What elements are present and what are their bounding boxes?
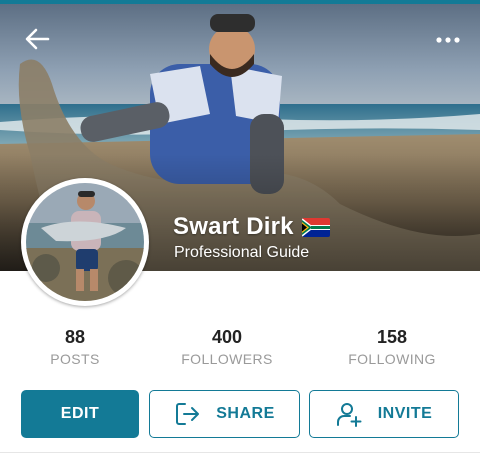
- profile-name: Swart Dirk: [173, 213, 294, 240]
- avatar-photo: [26, 183, 144, 301]
- south-africa-flag-icon: [301, 217, 330, 237]
- add-person-icon: [336, 401, 362, 427]
- divider: [0, 452, 480, 453]
- share-button-label: SHARE: [216, 405, 275, 422]
- stat-followers[interactable]: 400 FOLLOWERS: [157, 327, 297, 367]
- stat-following-label: FOLLOWING: [348, 351, 436, 367]
- share-exit-icon: [174, 401, 200, 427]
- more-dots-icon[interactable]: [432, 30, 464, 50]
- stat-followers-value: 400: [211, 327, 243, 347]
- stat-followers-label: FOLLOWERS: [181, 351, 273, 367]
- edit-button[interactable]: EDIT: [21, 390, 139, 438]
- profile-name-row: Swart Dirk: [173, 212, 330, 242]
- stat-following-value: 158: [376, 327, 408, 347]
- share-button[interactable]: SHARE: [149, 390, 300, 438]
- avatar[interactable]: [21, 178, 149, 306]
- invite-button[interactable]: INVITE: [309, 390, 459, 438]
- back-arrow-icon[interactable]: [22, 24, 52, 54]
- stat-posts-value: 88: [64, 327, 86, 347]
- stat-posts-label: POSTS: [50, 351, 100, 367]
- stat-posts[interactable]: 88 POSTS: [5, 327, 145, 367]
- invite-button-label: INVITE: [377, 405, 433, 422]
- edit-button-label: EDIT: [60, 405, 100, 422]
- stat-following[interactable]: 158 FOLLOWING: [322, 327, 462, 367]
- profile-role: Professional Guide: [174, 244, 310, 261]
